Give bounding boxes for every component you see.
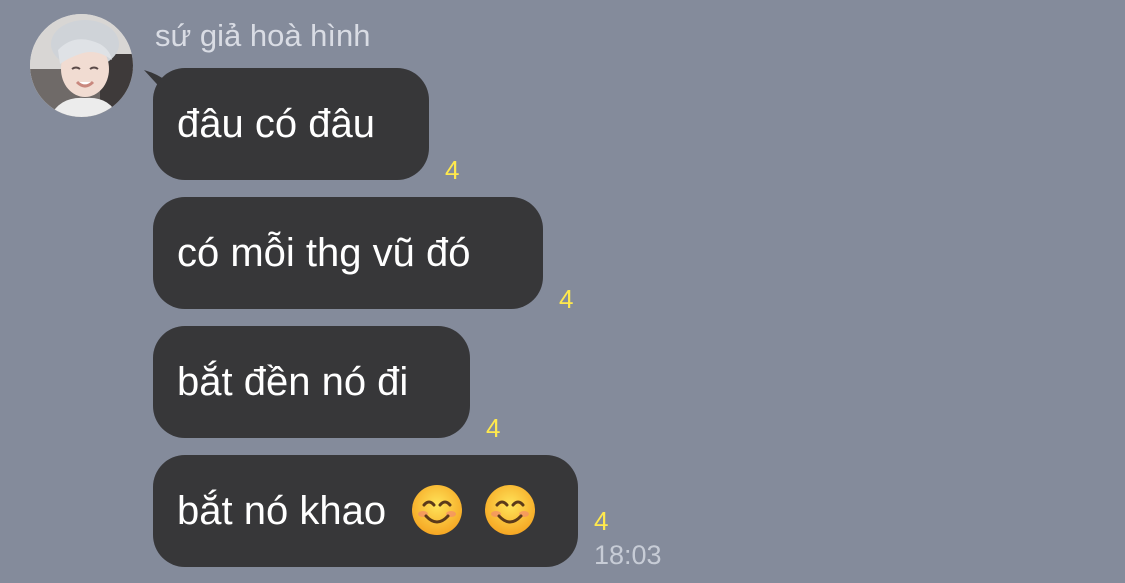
message-bubble[interactable]: bắt đền nó đi [153,326,470,438]
unread-count: 4 [594,506,609,536]
avatar-photo [30,14,133,117]
unread-count: 4 [486,413,501,443]
unread-count: 4 [559,284,574,314]
sender-name: sứ giả hoà hình [155,18,371,53]
message-bubble[interactable]: có mỗi thg vũ đó [153,197,543,309]
message-text: bắt nó khao [177,489,387,533]
smiling-face-icon [485,485,536,536]
message-text: có mỗi thg vũ đó [177,231,471,275]
message-timestamp: 18:03 [594,540,662,570]
message-bubble[interactable]: bắt nó khao [153,455,578,567]
unread-count: 4 [445,155,460,185]
avatar[interactable] [30,14,133,117]
message-bubble[interactable]: đâu có đâu [153,68,429,180]
message-text: đâu có đâu [177,102,375,146]
smiling-face-icon [412,485,463,536]
message-text: bắt đền nó đi [177,360,409,404]
